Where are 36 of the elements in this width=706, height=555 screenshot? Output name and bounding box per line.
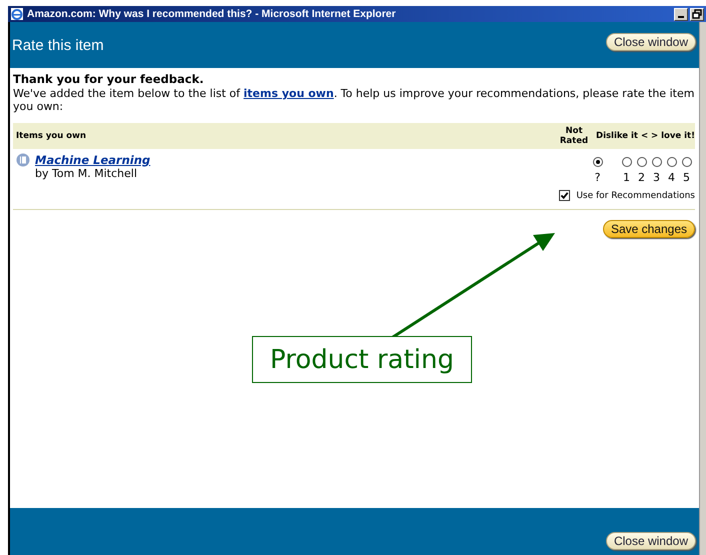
page-title: Rate this item [12,36,104,54]
rating-radio[interactable] [652,157,662,167]
rating-radio[interactable] [592,157,602,167]
restore-button[interactable] [690,8,704,20]
close-window-button[interactable]: Close window [606,33,696,51]
window-title: Amazon.com: Why was I recommended this? - Microsoft Internet Explorer [27,8,397,20]
book-icon [16,153,30,167]
checkmark-icon [560,191,570,200]
column-header: Not Rated [558,126,590,146]
checkbox[interactable] [559,190,570,201]
feedback-message: We've added the item below to the list of items you own. To help us improve your recommendations, please rate the item you own: [13,87,695,113]
rating-label: ? [594,171,600,184]
rating-label: 5 [683,171,690,184]
items-you-own-link[interactable]: items you own [244,87,334,100]
minimize-button[interactable] [674,8,688,20]
rating-label: 4 [668,171,675,184]
restore-icon [692,9,702,19]
scrollbar[interactable] [699,22,706,555]
rating-label: 1 [623,171,630,184]
minimize-icon [678,16,684,18]
column-header: Items you own [16,131,88,141]
feedback-heading: Thank you for your feedback. [13,72,205,86]
rating-label: 3 [653,171,660,184]
column-header: Dislike it < > love it! [595,131,695,141]
rating-label: 2 [638,171,645,184]
rating-radio[interactable] [682,157,692,167]
rating-radio[interactable] [636,157,646,167]
annotation-label: Product rating [252,336,472,383]
rating-radio[interactable] [666,157,676,167]
rating-radio[interactable] [622,157,632,167]
checkbox-label: Use for Recommendations [576,190,695,200]
close-window-button[interactable]: Close window [606,532,696,550]
browser-icon [10,7,24,21]
save-changes-button[interactable]: Save changes [602,220,695,238]
item-title-link[interactable]: Machine Learning [35,153,150,167]
item-author: by Tom M. Mitchell [35,167,138,180]
